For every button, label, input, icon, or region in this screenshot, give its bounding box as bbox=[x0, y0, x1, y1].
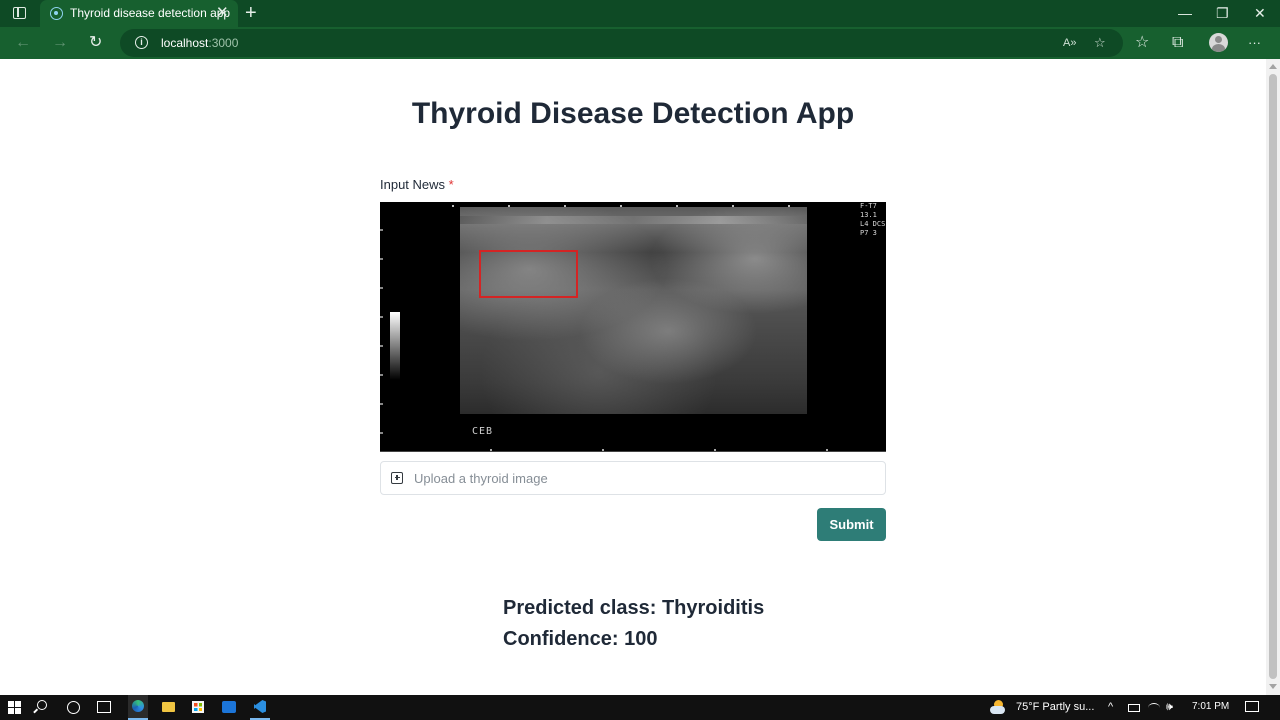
tab-close-icon[interactable]: ✕ bbox=[216, 4, 229, 22]
depth-ruler bbox=[380, 202, 383, 451]
volume-icon[interactable]: 🕪 bbox=[1166, 700, 1173, 714]
cortana-icon[interactable] bbox=[67, 701, 80, 714]
read-aloud-icon[interactable]: A» bbox=[1063, 34, 1076, 52]
file-upload-input[interactable]: Upload a thyroid image bbox=[380, 461, 886, 495]
minimize-button[interactable]: — bbox=[1178, 3, 1192, 23]
weather-icon[interactable] bbox=[990, 700, 1005, 715]
start-icon[interactable] bbox=[8, 701, 21, 714]
favorites-icon[interactable]: ☆ bbox=[1135, 33, 1149, 53]
submit-button[interactable]: Submit bbox=[817, 508, 886, 541]
scroll-down-arrow-icon[interactable] bbox=[1269, 684, 1277, 689]
url-port: :3000 bbox=[208, 36, 239, 50]
page-scrollbar[interactable] bbox=[1266, 59, 1280, 695]
url-host: localhost bbox=[161, 36, 209, 50]
tab-title: Thyroid disease detection app bbox=[70, 6, 231, 20]
uploaded-image-preview: CEB F-T7 13.1 L4 DCS P7 3 bbox=[380, 202, 886, 452]
store-icon[interactable] bbox=[192, 701, 204, 713]
ultrasound-band bbox=[460, 216, 807, 224]
scan-label: CEB bbox=[472, 426, 494, 437]
forward-icon[interactable]: → bbox=[52, 33, 68, 53]
roi-box bbox=[479, 250, 578, 298]
required-marker: * bbox=[448, 177, 454, 192]
ultrasound-scan bbox=[460, 207, 807, 414]
clock[interactable]: 7:01 PM bbox=[1192, 701, 1229, 712]
scroll-thumb[interactable] bbox=[1269, 74, 1277, 679]
input-label: Input News * bbox=[380, 177, 454, 192]
upload-plus-icon bbox=[391, 472, 403, 484]
grayscale-bar bbox=[390, 312, 400, 380]
windows-taskbar: 75°F Partly su... ^ 🕪 7:01 PM bbox=[0, 695, 1280, 720]
refresh-icon[interactable]: ↻ bbox=[89, 33, 102, 53]
file-explorer-icon[interactable] bbox=[162, 702, 175, 712]
collections-icon[interactable]: ⧉ bbox=[1172, 33, 1183, 53]
notification-icon[interactable] bbox=[1245, 701, 1259, 712]
restore-button[interactable]: ❐ bbox=[1216, 3, 1229, 23]
browser-tab[interactable]: Thyroid disease detection app ✕ bbox=[40, 0, 238, 27]
vscode-icon[interactable] bbox=[250, 695, 270, 720]
input-label-text: Input News bbox=[380, 177, 446, 192]
react-favicon-icon bbox=[50, 7, 63, 20]
add-favorite-icon[interactable]: ☆ bbox=[1094, 34, 1106, 52]
predicted-class: Predicted class: Thyroiditis bbox=[503, 597, 765, 619]
battery-icon[interactable] bbox=[1128, 704, 1140, 712]
site-info-icon[interactable]: i bbox=[135, 36, 148, 49]
mail-icon[interactable] bbox=[222, 701, 236, 713]
edge-icon[interactable] bbox=[128, 695, 148, 720]
wifi-icon[interactable] bbox=[1148, 703, 1160, 713]
tray-chevron-icon[interactable]: ^ bbox=[1108, 700, 1113, 714]
bottom-ruler bbox=[380, 449, 886, 451]
search-icon[interactable] bbox=[37, 700, 47, 710]
browser-titlebar: Thyroid disease detection app ✕ + — ❐ ✕ bbox=[0, 0, 1280, 27]
page-content: Thyroid Disease Detection App Input News… bbox=[0, 59, 1266, 695]
url-text[interactable]: localhost:3000 bbox=[161, 36, 238, 50]
page-title: Thyroid Disease Detection App bbox=[411, 97, 855, 130]
profile-avatar-icon[interactable] bbox=[1209, 33, 1228, 52]
upload-placeholder: Upload a thyroid image bbox=[414, 471, 548, 486]
scroll-up-arrow-icon[interactable] bbox=[1269, 64, 1277, 69]
back-icon[interactable]: ← bbox=[15, 33, 31, 53]
confidence: Confidence: 100 bbox=[503, 628, 658, 650]
address-bar[interactable]: i localhost:3000 A» ☆ bbox=[120, 29, 1123, 57]
more-options-icon[interactable]: ··· bbox=[1248, 33, 1261, 53]
new-tab-button[interactable]: + bbox=[245, 1, 257, 25]
tab-actions-icon[interactable] bbox=[13, 7, 26, 19]
task-view-icon[interactable] bbox=[97, 701, 111, 713]
weather-text[interactable]: 75°F Partly su... bbox=[1016, 701, 1094, 713]
browser-toolbar: ← → ↻ i localhost:3000 A» ☆ ☆ ⧉ ··· bbox=[0, 27, 1280, 59]
close-window-button[interactable]: ✕ bbox=[1254, 3, 1266, 23]
scan-settings-text: F-T7 13.1 L4 DCS P7 3 bbox=[860, 202, 886, 237]
